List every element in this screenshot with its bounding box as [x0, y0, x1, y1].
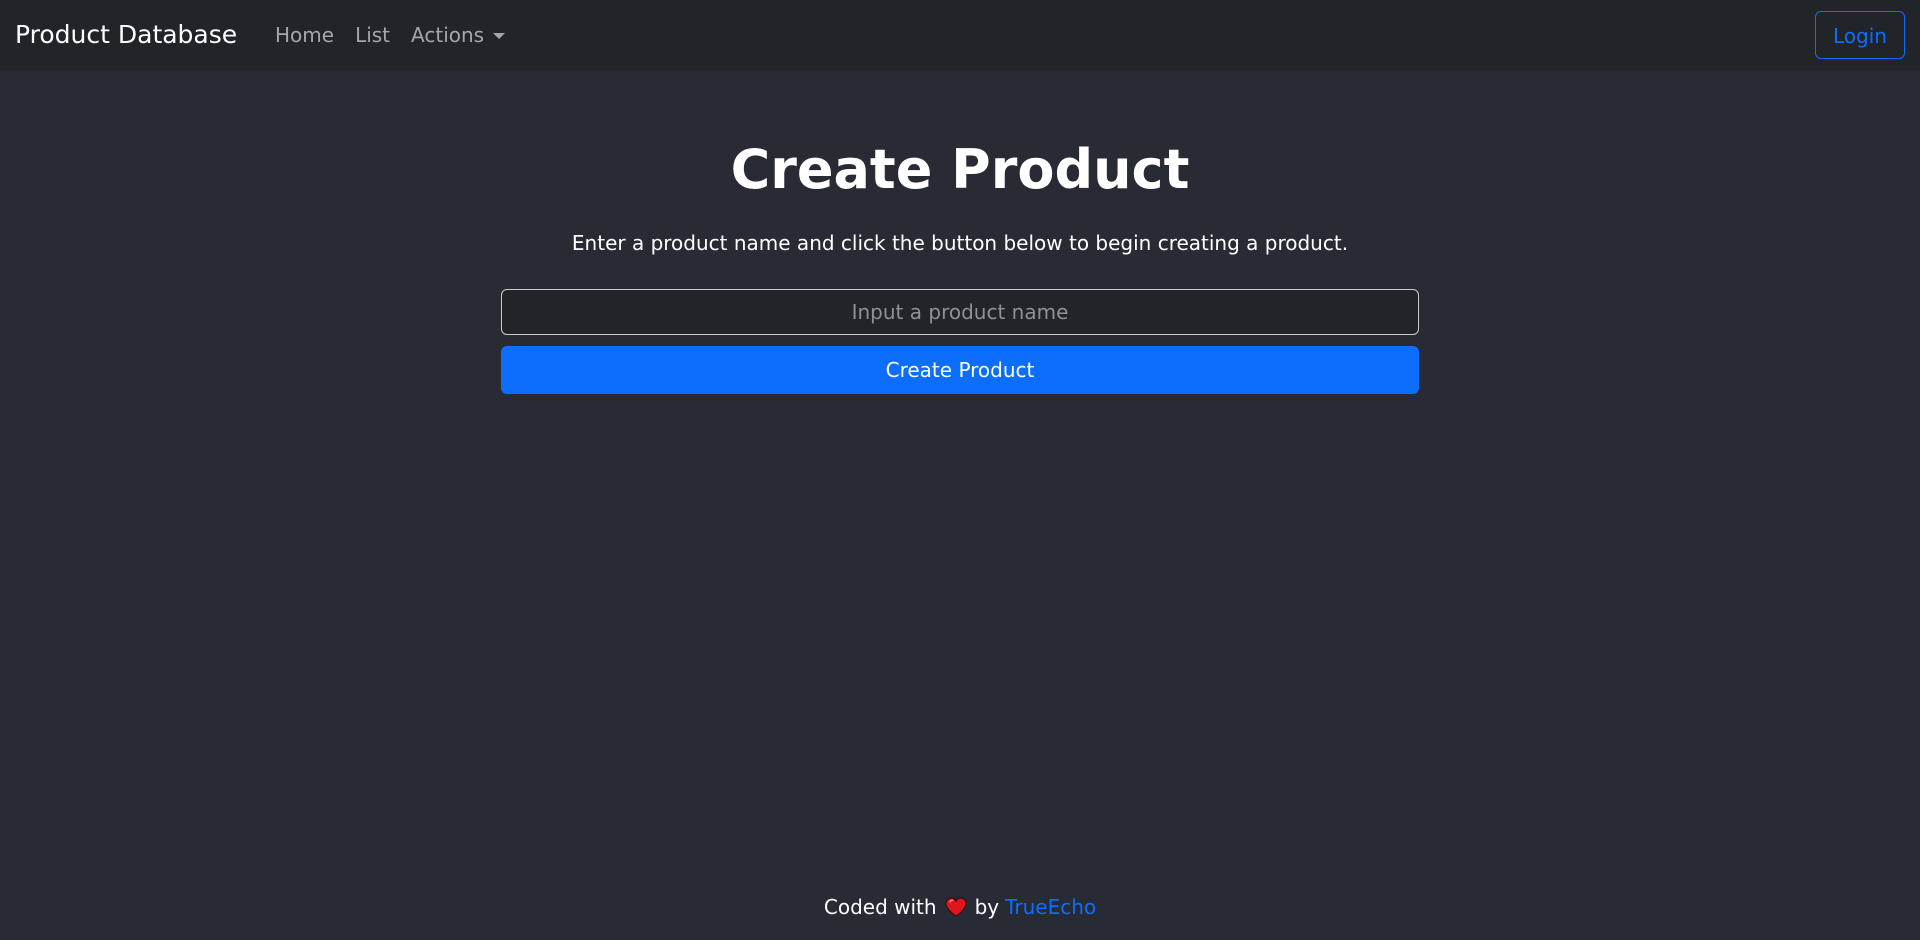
login-button[interactable]: Login: [1815, 11, 1905, 59]
nav-links: Home List Actions: [275, 0, 506, 70]
brand-link[interactable]: Product Database: [15, 0, 237, 70]
page-title: Create Product: [730, 138, 1190, 201]
nav-actions-label: Actions: [411, 23, 485, 47]
page-lead-text: Enter a product name and click the butto…: [571, 231, 1349, 255]
create-product-button[interactable]: Create Product: [501, 346, 1419, 394]
product-name-input[interactable]: [501, 289, 1419, 335]
author-link[interactable]: TrueEcho: [1005, 895, 1096, 919]
nav-actions-dropdown[interactable]: Actions: [411, 23, 506, 47]
nav-home-link[interactable]: Home: [275, 23, 334, 47]
footer-by-text: by: [974, 895, 1000, 919]
caret-down-icon: [493, 33, 506, 39]
footer-prefix-text: Coded with: [823, 895, 937, 919]
nav-list-link[interactable]: List: [355, 23, 390, 47]
footer: Coded with by TrueEcho: [0, 892, 1920, 922]
top-navbar: Product Database Home List Actions Login: [0, 0, 1920, 70]
heart-icon: [944, 897, 967, 917]
